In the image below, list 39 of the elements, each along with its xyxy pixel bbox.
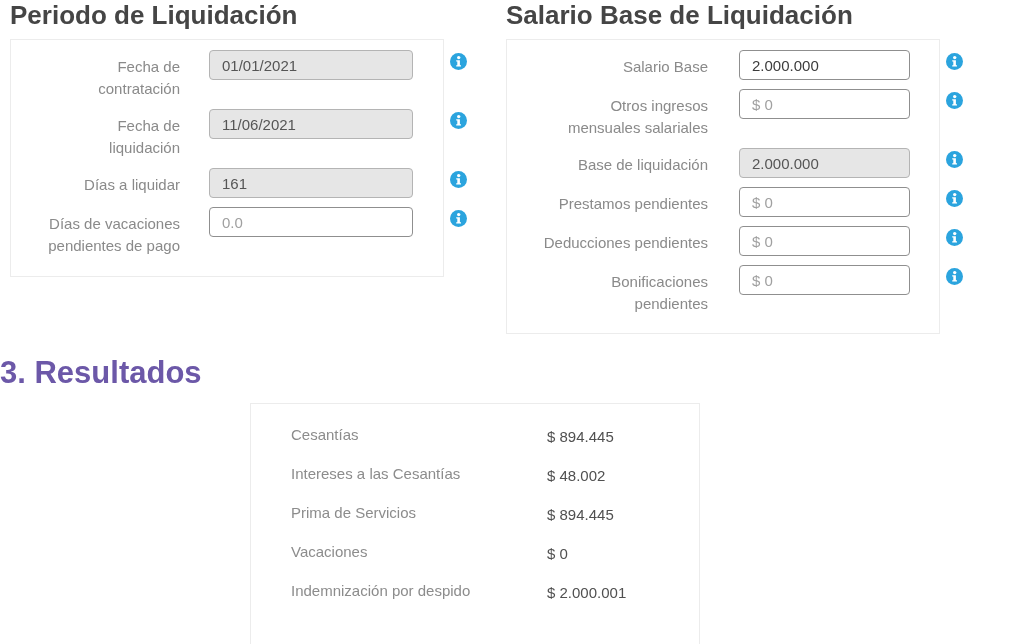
result-label: Cesantías	[291, 425, 359, 445]
result-label: Prima de Servicios	[291, 503, 417, 523]
result-amount: $ 894.445	[547, 505, 614, 524]
field-label: Bonificaciones pendientes	[610, 272, 708, 314]
field-label: Prestamos pendientes	[557, 194, 708, 214]
result-label: Indemnización por despido	[291, 581, 471, 601]
info-icon[interactable]	[946, 151, 963, 168]
info-icon[interactable]	[450, 53, 467, 70]
section-title: Periodo de Liquidación	[10, 0, 298, 30]
result-amount: $ 48.002	[547, 466, 606, 485]
input-field[interactable]: 2.000.000	[739, 50, 910, 80]
result-amount: $ 894.445	[547, 427, 614, 446]
input-field[interactable]: $ 0	[739, 89, 910, 119]
field-label: Fecha de contratación	[97, 57, 180, 99]
result-amount: $ 0	[547, 544, 568, 563]
field-label: Días a liquidar	[83, 175, 180, 195]
result-label: Vacaciones	[291, 542, 368, 562]
info-icon[interactable]	[946, 268, 963, 285]
info-icon[interactable]	[946, 92, 963, 109]
result-label: Intereses a las Cesantías	[291, 464, 461, 484]
field-label: Base de liquidación	[576, 155, 708, 175]
field-label: Días de vacaciones pendientes de pago	[47, 214, 180, 256]
info-icon[interactable]	[450, 210, 467, 227]
input-field[interactable]: $ 0	[739, 187, 910, 217]
field-label: Fecha de liquidación	[108, 116, 180, 158]
info-icon[interactable]	[946, 229, 963, 246]
section-title: Salario Base de Liquidación	[506, 0, 853, 30]
field-label: Otros ingresos mensuales salariales	[566, 96, 708, 138]
field-label: Deducciones pendientes	[542, 233, 708, 253]
result-amount: $ 2.000.001	[547, 583, 627, 602]
field-label: Salario Base	[621, 57, 708, 77]
input-field[interactable]: $ 0	[739, 226, 910, 256]
input-field[interactable]: $ 0	[739, 265, 910, 295]
input-field[interactable]: 0.0	[209, 207, 413, 237]
info-icon[interactable]	[450, 171, 467, 188]
info-icon[interactable]	[946, 190, 963, 207]
info-icon[interactable]	[450, 112, 467, 129]
info-icon[interactable]	[946, 53, 963, 70]
section-title: 3. Resultados	[0, 356, 202, 390]
